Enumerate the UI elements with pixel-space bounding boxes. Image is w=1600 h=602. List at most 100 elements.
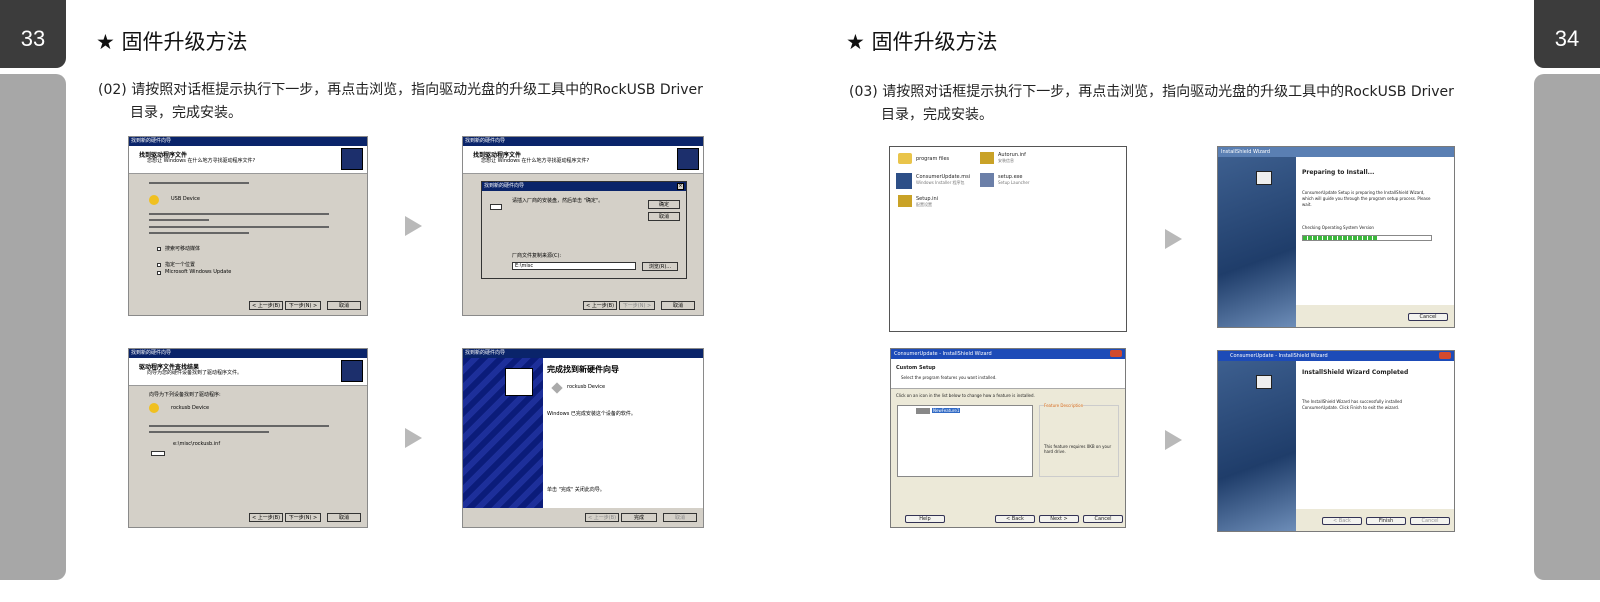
msi-file-icon[interactable]: [896, 173, 912, 189]
disk-icon: [490, 204, 502, 210]
wizard-message: ConsumerUpdate Setup is preparing the In…: [1302, 190, 1431, 207]
left-instruction-line2: 目录，完成安装。: [130, 105, 242, 121]
screenshot-file-explorer: program files Autorun.inf 安装信息 ConsumerU…: [889, 146, 1127, 332]
exe-file-icon[interactable]: [980, 173, 994, 187]
path-input[interactable]: E:\misc: [512, 262, 636, 270]
folder-icon[interactable]: [898, 153, 912, 164]
dialog-header-subtitle: 向导为您的硬件设备找到了驱动程序文件。: [147, 370, 243, 376]
close-icon[interactable]: ×: [677, 183, 684, 190]
option-checkbox[interactable]: [157, 263, 161, 267]
file-type: Windows Installer 程序包: [916, 180, 965, 185]
screenshot-preparing-install: InstallShield Wizard Preparing to Instal…: [1217, 146, 1455, 328]
left-side-tab: 33: [0, 0, 66, 592]
found-label: 向导为下列设备找到了驱动程序:: [149, 392, 221, 398]
right-grey-bar: [1534, 74, 1600, 580]
cancel-button[interactable]: 取消: [663, 513, 697, 522]
ini-file-icon[interactable]: [898, 195, 912, 207]
cancel-button[interactable]: Cancel: [1410, 517, 1450, 525]
file-type: 配置设置: [916, 202, 932, 207]
next-button[interactable]: Next >: [1039, 515, 1079, 523]
cancel-button[interactable]: Cancel: [1083, 515, 1123, 523]
left-instruction: (02) 请按照对话框提示执行下一步，再点击浏览，指向驱动光盘的升级工具中的Ro…: [98, 79, 748, 125]
cancel-button[interactable]: 取消: [327, 301, 361, 310]
wizard-message: The InstallShield Wizard has successfull…: [1302, 399, 1402, 410]
dialog-titlebar: 找到新的硬件向导: [129, 349, 367, 358]
inf-file-icon[interactable]: [980, 152, 994, 164]
driver-path: e:\misc\rockusb.inf: [173, 441, 221, 447]
option-checkbox[interactable]: [157, 271, 161, 275]
option-label: Microsoft Windows Update: [165, 269, 232, 275]
insert-disk-message: 请插入厂商的安装盘，然后单击 "确定"。: [512, 198, 604, 204]
wizard-subheading: Select the program features you want ins…: [901, 375, 997, 380]
right-section-title: ★ 固件升级方法: [846, 30, 998, 54]
text-line: [149, 431, 269, 433]
dialog-titlebar: 找到新的硬件向导: [463, 349, 703, 358]
screenshot-driver-found: 找到新的硬件向导 驱动程序文件查找结果 向导为您的硬件设备找到了驱动程序文件。 …: [128, 348, 368, 528]
back-button[interactable]: < 上一步(B): [583, 301, 617, 310]
next-step-arrow: [405, 216, 422, 236]
feature-tree[interactable]: NewFeature1: [897, 405, 1033, 477]
hardware-icon: [505, 368, 533, 396]
wizard-heading: Preparing to Install...: [1302, 169, 1375, 176]
device-name: rockusb Device: [567, 384, 606, 390]
disk-icon: [151, 451, 165, 456]
back-button[interactable]: < Back: [995, 515, 1035, 523]
wizard-title: ConsumerUpdate - InstallShield Wizard: [1230, 353, 1328, 359]
right-instruction: (03) 请按照对话框提示执行下一步，再点击浏览，指向驱动光盘的升级工具中的Ro…: [849, 81, 1499, 127]
back-button[interactable]: < Back: [1322, 517, 1362, 525]
left-section-title: ★ 固件升级方法: [96, 30, 248, 54]
left-page-number-box: 33: [0, 0, 66, 68]
option-checkbox[interactable]: [157, 247, 161, 251]
right-page-number-box: 34: [1534, 0, 1600, 68]
next-button[interactable]: 下一步(N) >: [285, 513, 321, 522]
feature-description-text: This feature requires 0KB on your hard d…: [1044, 444, 1112, 454]
close-icon[interactable]: [1439, 352, 1451, 359]
installer-icon: [1256, 375, 1272, 389]
cancel-button[interactable]: 取消: [661, 301, 695, 310]
wizard-titlebar: InstallShield Wizard: [1218, 147, 1454, 157]
feature-description-label: Feature Description: [1044, 403, 1084, 408]
dialog-header: 找到驱动程序文件 您想让 Windows 在什么地方寻找驱动程序文件?: [463, 146, 703, 174]
wizard-heading: InstallShield Wizard Completed: [1302, 369, 1409, 376]
close-icon[interactable]: [1110, 350, 1122, 357]
feature-item[interactable]: NewFeature1: [932, 408, 961, 413]
wizard-title: InstallShield Wizard: [1221, 149, 1271, 155]
back-button[interactable]: < 上一步(B): [249, 513, 283, 522]
help-button[interactable]: Help: [905, 515, 945, 523]
device-icon: [551, 382, 563, 394]
device-name: USB Device: [171, 196, 200, 202]
text-line: [149, 425, 329, 427]
dialog-header: 驱动程序文件查找结果 向导为您的硬件设备找到了驱动程序文件。: [129, 358, 367, 386]
status-text: Checking Operating System Version: [1302, 225, 1374, 230]
ok-button[interactable]: 确定: [648, 200, 680, 209]
browse-button[interactable]: 浏览(R)...: [642, 262, 678, 271]
wizard-heading: 完成找到新硬件向导: [547, 365, 619, 374]
feature-hint: Click on an icon in the list below to ch…: [896, 393, 1035, 398]
file-name[interactable]: program files: [916, 156, 949, 162]
inner-cancel-button[interactable]: 取消: [648, 212, 680, 221]
finish-button[interactable]: Finish: [1366, 517, 1406, 525]
back-button[interactable]: < 上一步(B): [249, 301, 283, 310]
screenshot-install-complete: ConsumerUpdate - InstallShield Wizard In…: [1217, 350, 1455, 532]
hardware-icon: [677, 148, 699, 170]
cancel-button[interactable]: Cancel: [1408, 313, 1448, 321]
text-line: [149, 182, 249, 184]
drive-icon[interactable]: [916, 408, 930, 414]
right-instruction-line2: 目录，完成安装。: [881, 107, 993, 123]
next-button[interactable]: 下一步(N) >: [285, 301, 321, 310]
left-grey-bar: [0, 74, 66, 580]
cancel-button[interactable]: 取消: [327, 513, 361, 522]
text-line: [149, 226, 329, 228]
wizard-content: Preparing to Install... ConsumerUpdate S…: [1296, 157, 1454, 305]
screenshot-insert-disk: 找到新的硬件向导 找到驱动程序文件 您想让 Windows 在什么地方寻找驱动程…: [462, 136, 704, 316]
finish-button[interactable]: 完成: [621, 513, 657, 522]
next-button[interactable]: 下一步(N) >: [619, 301, 655, 310]
right-side-tab: 34: [1534, 0, 1600, 592]
wizard-heading: Custom Setup: [896, 365, 936, 371]
right-instruction-line1: (03) 请按照对话框提示执行下一步，再点击浏览，指向驱动光盘的升级工具中的Ro…: [849, 84, 1454, 100]
wizard-titlebar: ConsumerUpdate - InstallShield Wizard: [891, 349, 1125, 359]
back-button[interactable]: < 上一步(B): [585, 513, 619, 522]
screenshot-custom-setup: ConsumerUpdate - InstallShield Wizard Cu…: [890, 348, 1126, 528]
wizard-titlebar: ConsumerUpdate - InstallShield Wizard: [1218, 351, 1454, 361]
option-label: 搜索可移动媒体: [165, 246, 201, 252]
